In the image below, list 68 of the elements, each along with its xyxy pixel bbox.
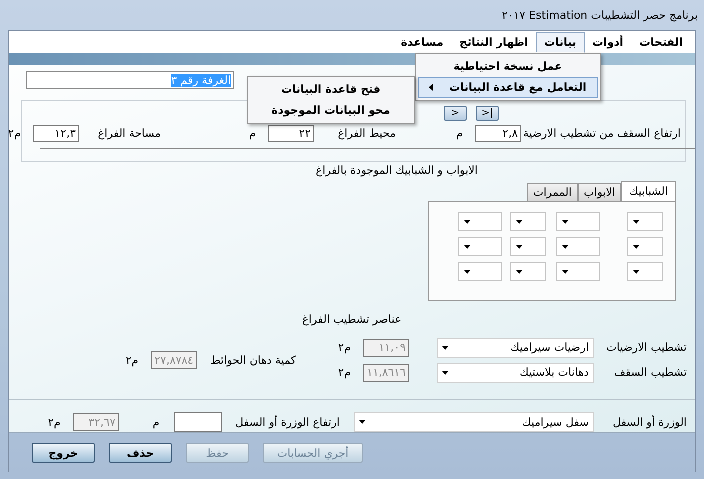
- unit-label: م: [455, 126, 464, 140]
- dropdown[interactable]: دهانات بلاستيك: [437, 362, 594, 382]
- dropdown-arrow-icon: [633, 220, 640, 224]
- dropdown-arrow-icon: [562, 244, 569, 248]
- menu-item[interactable]: اظهار النتائج: [452, 32, 536, 52]
- tab[interactable]: الممرات: [527, 183, 578, 202]
- input-field[interactable]: ٢٢: [268, 124, 314, 142]
- dropdown-arrow-icon: [464, 220, 471, 224]
- input-field[interactable]: [174, 412, 222, 432]
- section-title: عناصر تشطيب الفراغ: [302, 313, 402, 328]
- dropdown-arrow-icon: [464, 270, 471, 274]
- action-button[interactable]: حذف: [109, 443, 172, 463]
- dropdown[interactable]: [510, 262, 546, 281]
- dropdown-arrow-icon: [633, 244, 640, 248]
- dropdown[interactable]: [510, 237, 546, 256]
- nav-button[interactable]: |<: [476, 106, 499, 121]
- tab[interactable]: الابواب: [578, 183, 622, 202]
- tab[interactable]: الشبابيك: [621, 181, 676, 202]
- submenu-arrow-icon: [429, 84, 434, 91]
- unit-label: م٢: [124, 354, 140, 366]
- field-label: ارتفاع السقف من تشطيب الارضية: [522, 126, 681, 140]
- menu-option[interactable]: التعامل مع قاعدة البيانات: [418, 77, 598, 98]
- window-title: برنامج حصر التشطيبات Estimation ٢٠١٧: [502, 8, 698, 22]
- field-label: مساحة الفراغ: [97, 126, 161, 140]
- menu-item[interactable]: أدوات: [584, 32, 632, 52]
- dropdown-arrow-icon: [633, 270, 640, 274]
- dropdown[interactable]: [627, 262, 663, 281]
- field-label: تشطيب السقف: [613, 366, 688, 379]
- dropdown[interactable]: سفل سيراميك: [354, 412, 594, 432]
- readonly-field: ١١,٨٦١٦: [363, 364, 409, 382]
- dropdown-arrow-icon: [464, 244, 471, 248]
- dropdown[interactable]: [510, 212, 546, 231]
- field-label: الوزرة أو السفل: [612, 416, 688, 428]
- dropdown-arrow-icon: [562, 270, 569, 274]
- input-field[interactable]: ١٢,٣: [33, 124, 79, 142]
- dropdown-arrow-icon: [562, 220, 569, 224]
- field-label: ارتفاع الوزرة أو السفل: [236, 416, 341, 428]
- dropdown-arrow-icon: [359, 420, 366, 424]
- action-button[interactable]: خروج: [32, 443, 95, 463]
- dropdown[interactable]: [627, 237, 663, 256]
- dropdown[interactable]: ارضيات سيراميك: [437, 338, 594, 358]
- dropdown-arrow-icon: [516, 244, 523, 248]
- field-label: كمية دهان الحوائط: [210, 354, 296, 366]
- readonly-field: ١١,٠٩: [363, 338, 409, 356]
- unit-label: م٢: [337, 366, 352, 379]
- nav-button[interactable]: <: [444, 106, 467, 121]
- readonly-field: ٢٧,٨٧٨٤: [150, 351, 197, 369]
- unit-label: م٢: [47, 416, 62, 428]
- dropdown-arrow-icon: [516, 270, 523, 274]
- field-label: تشطيب الارضيات: [605, 341, 688, 354]
- field-label: محيط الفراغ: [337, 126, 396, 140]
- menu-item[interactable]: مساعدة: [393, 32, 452, 52]
- unit-label: م: [152, 416, 161, 428]
- menu-option[interactable]: فتح قاعدة البيانات: [250, 79, 412, 100]
- menu-option[interactable]: عمل نسخة احتياطية: [418, 56, 598, 77]
- menu-item[interactable]: الفتحات: [632, 32, 691, 52]
- menu-option[interactable]: محو البيانات الموجودة: [250, 100, 412, 121]
- input-field[interactable]: ٢,٨: [475, 124, 521, 142]
- section-title: الابواب و الشبابيك الموجودة بالفراغ: [316, 164, 478, 179]
- dropdown[interactable]: [627, 212, 663, 231]
- menu-item[interactable]: بيانات: [536, 32, 584, 52]
- dropdown-arrow-icon: [442, 346, 449, 350]
- dropdown-arrow-icon: [442, 370, 449, 374]
- unit-label: م٢: [7, 126, 22, 140]
- readonly-field: ٣٢,٦٧: [72, 413, 119, 431]
- unit-label: م٢: [337, 341, 352, 354]
- dropdown-arrow-icon: [516, 220, 523, 224]
- unit-label: م: [248, 126, 257, 140]
